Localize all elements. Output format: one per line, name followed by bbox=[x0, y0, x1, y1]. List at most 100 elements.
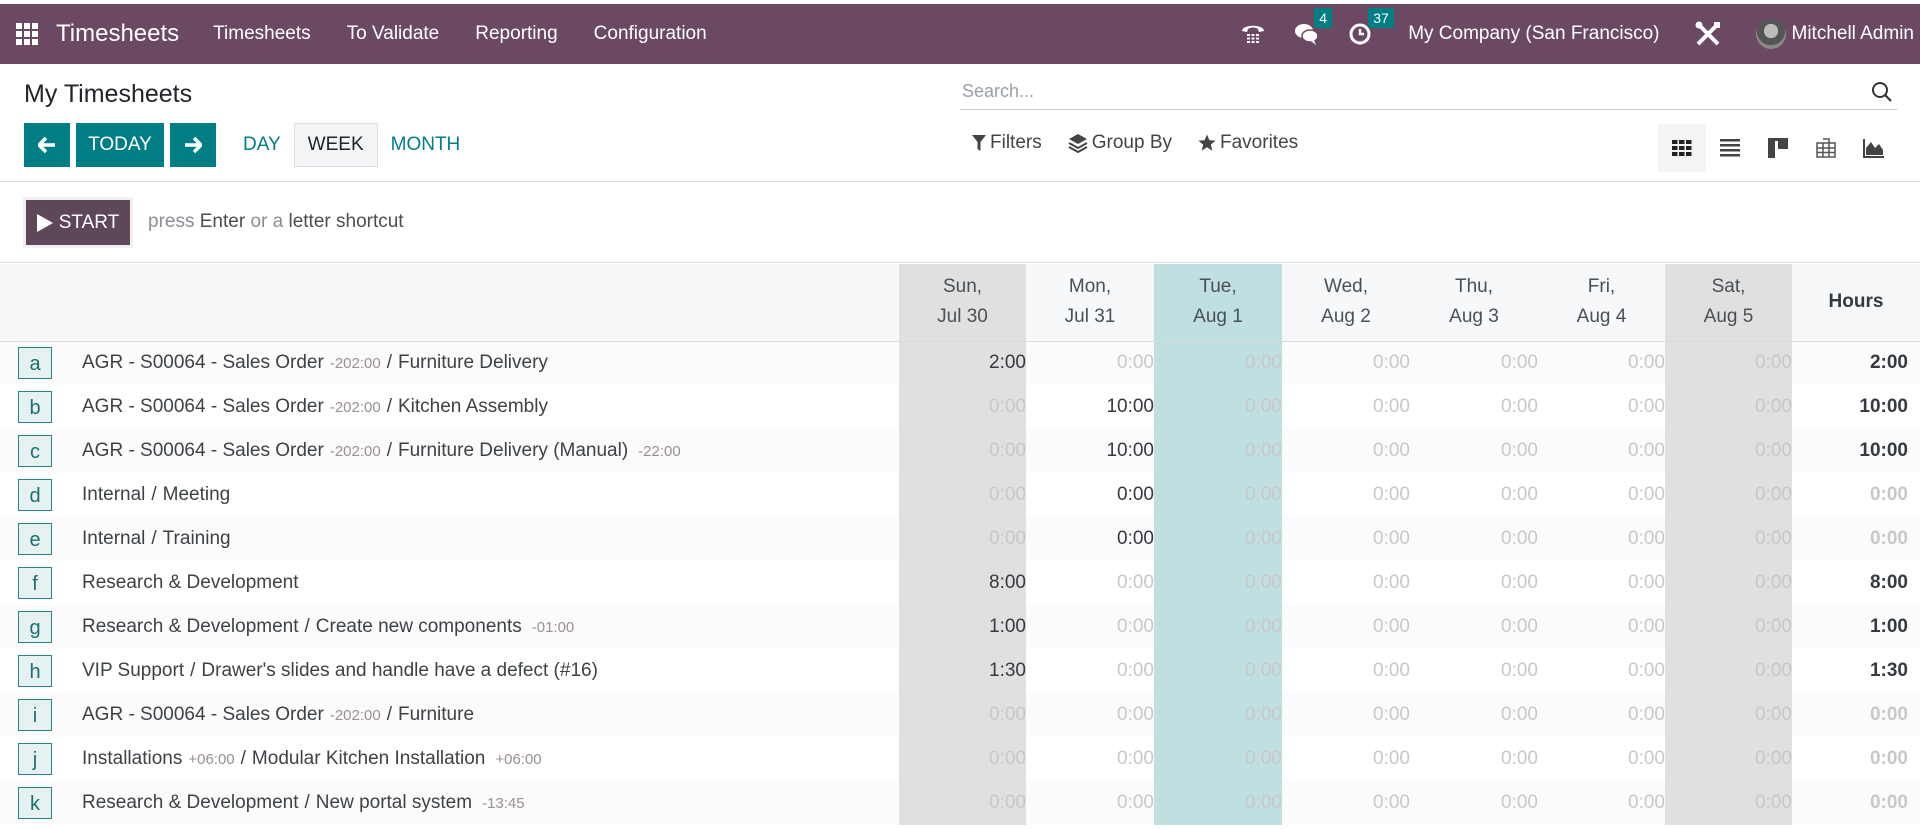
hours-cell[interactable]: 0:00 bbox=[1410, 781, 1538, 825]
hours-cell[interactable]: 0:00 bbox=[1282, 429, 1410, 473]
hours-cell[interactable]: 0:00 bbox=[1154, 429, 1282, 473]
task-name[interactable]: New portal system bbox=[316, 792, 472, 813]
row-shortcut-key[interactable]: g bbox=[18, 611, 52, 643]
hours-cell[interactable]: 0:00 bbox=[1410, 429, 1538, 473]
project-name[interactable]: Research & Development bbox=[82, 572, 299, 593]
hours-cell[interactable]: 0:00 bbox=[1665, 781, 1792, 825]
hours-cell[interactable]: 0:00 bbox=[1665, 649, 1792, 693]
hours-cell[interactable]: 0:00 bbox=[1282, 737, 1410, 781]
hours-cell[interactable]: 0:00 bbox=[1026, 561, 1154, 605]
hours-cell[interactable]: 0:00 bbox=[1538, 693, 1665, 737]
app-name[interactable]: Timesheets bbox=[56, 20, 179, 48]
project-name[interactable]: AGR - S00064 - Sales Order bbox=[82, 352, 324, 373]
user-avatar[interactable] bbox=[1755, 19, 1786, 49]
hours-cell[interactable]: 0:00 bbox=[1282, 341, 1410, 385]
hours-cell[interactable]: 0:00 bbox=[1282, 781, 1410, 825]
hours-cell[interactable]: 0:00 bbox=[1410, 385, 1538, 429]
hours-cell[interactable]: 0:00 bbox=[1538, 561, 1665, 605]
user-menu[interactable]: Mitchell Admin bbox=[1792, 23, 1915, 45]
hours-cell[interactable]: 0:00 bbox=[1026, 473, 1154, 517]
hours-cell[interactable]: 0:00 bbox=[1154, 385, 1282, 429]
task-name[interactable]: Drawer's slides and handle have a defect… bbox=[201, 660, 598, 681]
hours-cell[interactable]: 0:00 bbox=[1665, 561, 1792, 605]
menu-timesheets[interactable]: Timesheets bbox=[213, 23, 311, 45]
project-name[interactable]: Internal bbox=[82, 528, 145, 549]
hours-cell[interactable]: 0:00 bbox=[1026, 649, 1154, 693]
hours-cell[interactable]: 0:00 bbox=[1026, 693, 1154, 737]
scale-day[interactable]: DAY bbox=[230, 123, 294, 167]
activities-icon[interactable]: 37 bbox=[1348, 8, 1394, 46]
hours-cell[interactable]: 0:00 bbox=[1282, 517, 1410, 561]
hours-cell[interactable]: 0:00 bbox=[1665, 737, 1792, 781]
hours-cell[interactable]: 0:00 bbox=[1154, 605, 1282, 649]
project-name[interactable]: AGR - S00064 - Sales Order bbox=[82, 704, 324, 725]
groupby-button[interactable]: Group By bbox=[1068, 132, 1172, 154]
hours-cell[interactable]: 0:00 bbox=[1665, 429, 1792, 473]
hours-cell[interactable]: 0:00 bbox=[1282, 605, 1410, 649]
hours-cell[interactable]: 0:00 bbox=[1026, 605, 1154, 649]
phone-icon[interactable] bbox=[1240, 22, 1266, 46]
hours-cell[interactable]: 0:00 bbox=[1538, 605, 1665, 649]
hours-cell[interactable]: 0:00 bbox=[1410, 737, 1538, 781]
project-name[interactable]: AGR - S00064 - Sales Order bbox=[82, 440, 324, 461]
task-name[interactable]: Create new components bbox=[316, 616, 522, 637]
messages-icon[interactable]: 4 bbox=[1294, 8, 1332, 46]
task-name[interactable]: Meeting bbox=[163, 484, 231, 505]
hours-cell[interactable]: 0:00 bbox=[1538, 737, 1665, 781]
menu-configuration[interactable]: Configuration bbox=[594, 23, 707, 45]
hours-cell[interactable]: 0:00 bbox=[1538, 385, 1665, 429]
row-shortcut-key[interactable]: h bbox=[18, 655, 52, 687]
hours-cell[interactable]: 8:00 bbox=[899, 561, 1026, 605]
hours-cell[interactable]: 0:00 bbox=[1538, 473, 1665, 517]
task-name[interactable]: Modular Kitchen Installation bbox=[252, 748, 485, 769]
hours-cell[interactable]: 0:00 bbox=[899, 737, 1026, 781]
hours-cell[interactable]: 0:00 bbox=[1665, 517, 1792, 561]
search-icon[interactable] bbox=[1871, 81, 1893, 103]
project-name[interactable]: Research & Development bbox=[82, 792, 299, 813]
project-name[interactable]: Internal bbox=[82, 484, 145, 505]
task-name[interactable]: Training bbox=[163, 528, 231, 549]
hours-cell[interactable]: 0:00 bbox=[1538, 517, 1665, 561]
project-name[interactable]: VIP Support bbox=[82, 660, 184, 681]
hours-cell[interactable]: 0:00 bbox=[1026, 781, 1154, 825]
hours-cell[interactable]: 0:00 bbox=[1154, 693, 1282, 737]
row-shortcut-key[interactable]: i bbox=[18, 699, 52, 731]
hours-cell[interactable]: 0:00 bbox=[899, 693, 1026, 737]
task-name[interactable]: Kitchen Assembly bbox=[398, 396, 548, 417]
today-button[interactable]: TODAY bbox=[76, 123, 164, 167]
hours-cell[interactable]: 10:00 bbox=[1026, 385, 1154, 429]
task-name[interactable]: Furniture bbox=[398, 704, 474, 725]
hours-cell[interactable]: 0:00 bbox=[1026, 517, 1154, 561]
row-shortcut-key[interactable]: a bbox=[18, 347, 52, 380]
hours-cell[interactable]: 0:00 bbox=[1410, 693, 1538, 737]
project-name[interactable]: Research & Development bbox=[82, 616, 299, 637]
hours-cell[interactable]: 0:00 bbox=[1282, 561, 1410, 605]
hours-cell[interactable]: 0:00 bbox=[1026, 737, 1154, 781]
next-button[interactable] bbox=[170, 123, 216, 167]
menu-to-validate[interactable]: To Validate bbox=[347, 23, 440, 45]
hours-cell[interactable]: 1:30 bbox=[899, 649, 1026, 693]
hours-cell[interactable]: 0:00 bbox=[1410, 649, 1538, 693]
row-shortcut-key[interactable]: f bbox=[18, 567, 52, 599]
hours-cell[interactable]: 1:00 bbox=[899, 605, 1026, 649]
hours-cell[interactable]: 0:00 bbox=[1154, 561, 1282, 605]
hours-cell[interactable]: 0:00 bbox=[1538, 341, 1665, 385]
hours-cell[interactable]: 0:00 bbox=[1154, 649, 1282, 693]
filters-button[interactable]: Filters bbox=[972, 132, 1042, 154]
hours-cell[interactable]: 0:00 bbox=[1154, 473, 1282, 517]
hours-cell[interactable]: 0:00 bbox=[1538, 429, 1665, 473]
hours-cell[interactable]: 0:00 bbox=[1410, 341, 1538, 385]
hours-cell[interactable]: 0:00 bbox=[1538, 781, 1665, 825]
hours-cell[interactable]: 0:00 bbox=[899, 517, 1026, 561]
hours-cell[interactable]: 0:00 bbox=[1154, 517, 1282, 561]
list-view-button[interactable] bbox=[1706, 124, 1754, 172]
hours-cell[interactable]: 0:00 bbox=[1410, 473, 1538, 517]
tools-icon[interactable] bbox=[1694, 20, 1722, 48]
hours-cell[interactable]: 0:00 bbox=[1665, 605, 1792, 649]
app-menu-icon[interactable] bbox=[16, 22, 40, 46]
row-shortcut-key[interactable]: j bbox=[18, 743, 52, 775]
search-input[interactable] bbox=[960, 81, 1871, 102]
hours-cell[interactable]: 0:00 bbox=[1665, 473, 1792, 517]
hours-cell[interactable]: 0:00 bbox=[1410, 561, 1538, 605]
hours-cell[interactable]: 0:00 bbox=[899, 473, 1026, 517]
